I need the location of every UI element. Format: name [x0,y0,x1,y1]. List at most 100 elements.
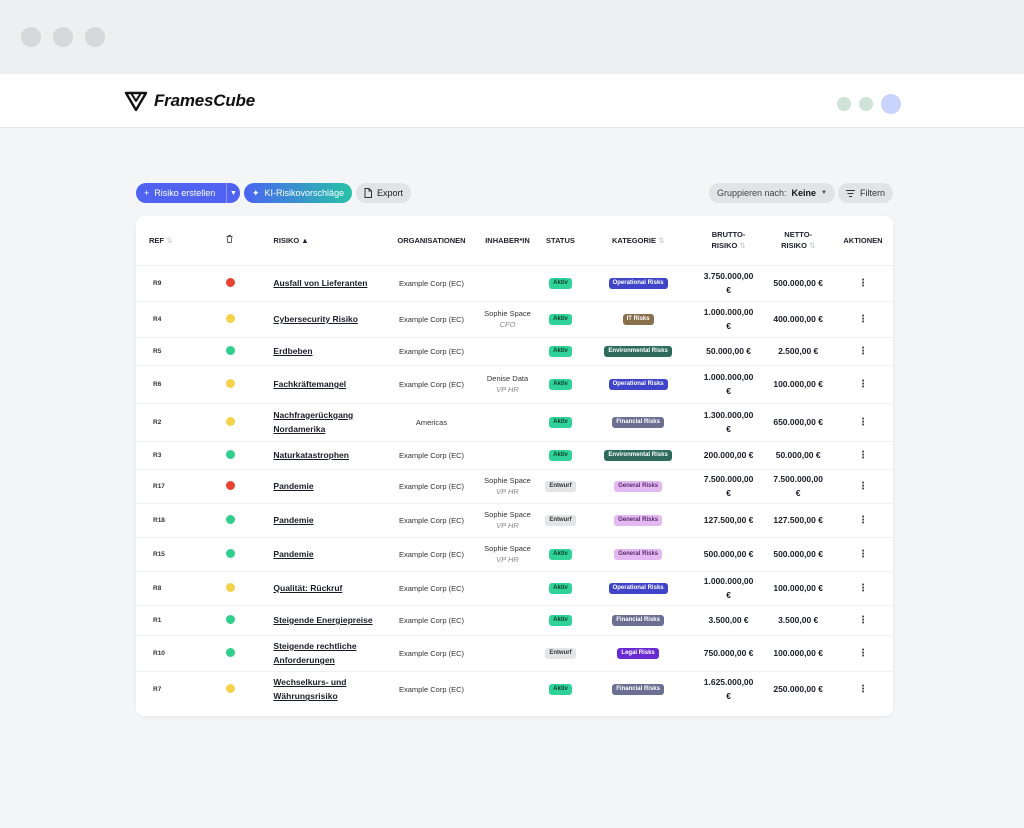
brand[interactable]: FramesCube [124,90,255,112]
risk-name-link[interactable]: Fachkräftemangel [273,377,386,391]
category-badge[interactable]: Operational Risks [608,582,668,595]
more-vertical-icon[interactable]: ⋮ [858,583,868,594]
window-maximize-dot[interactable] [85,27,105,47]
risk-name-cell[interactable]: Nachfragerückgang Nordamerika [248,403,387,442]
category-badge[interactable]: General Risks [614,480,663,493]
category-badge[interactable]: Environmental Risks [604,449,672,462]
chevron-down-icon[interactable]: ▼ [226,183,240,203]
more-vertical-icon[interactable]: ⋮ [858,481,868,492]
actions-cell: ⋮ [832,365,893,404]
sort-icon[interactable]: ⇅ [739,241,745,250]
column-header-net-risk[interactable]: NETTO- RISIKO ⇅ [763,216,833,266]
more-vertical-icon[interactable]: ⋮ [858,314,868,325]
category-badge[interactable]: IT Risks [622,313,654,326]
risk-name-cell[interactable]: Qualität: Rückruf [248,571,387,606]
export-label: Export [377,188,404,198]
column-header-ref[interactable]: REF ⇅ [136,216,201,266]
sort-icon[interactable]: ⇅ [658,236,664,245]
column-header-organisations[interactable]: ORGANISATIONEN [386,216,477,266]
table-row[interactable]: R6 Fachkräftemangel Example Corp (EC) Denis… [136,365,893,404]
risk-name-link[interactable]: Erdbeben [273,344,386,358]
column-header-status[interactable]: STATUS [538,216,583,266]
risk-name-link[interactable]: Cybersecurity Risiko [273,312,386,326]
table-row[interactable]: R9 Ausfall von Lieferanten Example Corp (E… [136,265,893,302]
risk-name-link[interactable]: Qualität: Rückruf [273,581,386,595]
more-vertical-icon[interactable]: ⋮ [858,379,868,390]
table-row[interactable]: R4 Cybersecurity Risiko Example Corp (EC) S… [136,301,893,338]
more-vertical-icon[interactable]: ⋮ [858,278,868,289]
risk-name-link[interactable]: Anforderungen [273,653,386,667]
net-risk-cell: 100.000,00 € [763,635,833,672]
column-header-risk[interactable]: RISIKO ▲ [248,216,387,266]
more-vertical-icon[interactable]: ⋮ [858,346,868,357]
risk-name-link[interactable]: Ausfall von Lieferanten [273,276,386,290]
table-row[interactable]: R2 Nachfragerückgang Nordamerika Americas Ak… [136,403,893,442]
status-badge: Aktiv [549,313,572,326]
export-button[interactable]: Export [356,183,412,203]
risk-name-link[interactable]: Pandemie [273,479,386,493]
window-close-dot[interactable] [21,27,41,47]
table-row[interactable]: R3 Naturkatastrophen Example Corp (EC) Akti… [136,441,893,470]
risk-name-cell[interactable]: Wechselkurs- und Währungsrisiko [248,671,386,707]
more-vertical-icon[interactable]: ⋮ [858,417,868,428]
column-header-gross-risk[interactable]: BRUTTO- RISIKO ⇅ [693,216,764,266]
risk-name-link[interactable]: Nordamerika [273,422,386,436]
table-row[interactable]: R15 Pandemie Example Corp (EC) Sophie Space… [136,537,893,572]
table-row[interactable]: R18 Pandemie Example Corp (EC) Sophie Space… [136,503,893,538]
risk-name-link[interactable]: Naturkatastrophen [273,448,386,462]
filter-button[interactable]: Filtern [837,183,893,203]
risk-name-cell[interactable]: Naturkatastrophen [248,441,387,470]
category-badge[interactable]: Environmental Risks [604,345,672,358]
column-header-trash[interactable] [200,216,249,266]
actions-cell: ⋮ [832,301,893,338]
more-vertical-icon[interactable]: ⋮ [858,515,868,526]
risk-name-link[interactable]: Steigende rechtliche [273,639,386,653]
risk-name-cell[interactable]: Pandemie [248,503,387,538]
risk-name-link[interactable]: Pandemie [273,513,386,527]
more-vertical-icon[interactable]: ⋮ [858,549,868,560]
create-risk-button[interactable]: + Risiko erstellen ▼ [136,183,240,203]
risk-name-link[interactable]: Wechselkurs- und [273,675,386,689]
category-badge[interactable]: Financial Risks [612,614,664,627]
category-badge[interactable]: Operational Risks [608,378,668,391]
risk-name-cell[interactable]: Steigende Energiepreise [248,605,387,636]
more-vertical-icon[interactable]: ⋮ [858,684,868,695]
risk-name-cell[interactable]: Erdbeben [248,337,387,366]
more-vertical-icon[interactable]: ⋮ [858,648,868,659]
category-badge[interactable]: General Risks [614,514,663,527]
ai-suggestions-button[interactable]: ✦ KI-Risikovorschläge [244,183,353,203]
risk-name-cell[interactable]: Cybersecurity Risiko [248,301,387,338]
user-avatar[interactable] [881,94,901,114]
more-vertical-icon[interactable]: ⋮ [858,615,868,626]
risk-name-cell[interactable]: Pandemie [248,537,387,572]
table-row[interactable]: R7 Wechselkurs- und Währungsrisiko Example … [136,671,893,707]
risk-name-link[interactable]: Steigende Energiepreise [273,613,386,627]
category-badge[interactable]: General Risks [614,548,663,561]
category-badge[interactable]: Legal Risks [617,647,659,660]
column-header-owner[interactable]: INHABER*IN [476,216,539,266]
sort-icon[interactable]: ⇅ [809,241,815,250]
more-vertical-icon[interactable]: ⋮ [858,450,868,461]
table-row[interactable]: R8 Qualität: Rückruf Example Corp (EC) Akti… [136,571,893,606]
table-row[interactable]: R10 Steigende rechtliche Anforderungen Exam… [136,635,893,672]
risk-name-link[interactable]: Währungsrisiko [273,689,386,703]
category-badge[interactable]: Financial Risks [612,684,664,696]
table-row[interactable]: R17 Pandemie Example Corp (EC) Sophie Space… [136,469,893,504]
risk-name-link[interactable]: Pandemie [273,547,386,561]
risk-name-cell[interactable]: Steigende rechtliche Anforderungen [248,635,387,672]
risk-name-cell[interactable]: Pandemie [248,469,387,504]
sort-asc-icon[interactable]: ▲ [301,236,308,245]
table-row[interactable]: R5 Erdbeben Example Corp (EC) Aktiv Environm… [136,337,893,366]
sort-icon[interactable]: ⇅ [166,236,172,245]
risk-name-cell[interactable]: Ausfall von Lieferanten [248,265,387,302]
risk-name-link[interactable]: Nachfragerückgang [273,408,386,422]
category-badge[interactable]: Operational Risks [608,277,668,290]
window-minimize-dot[interactable] [53,27,73,47]
group-by-select[interactable]: Gruppieren nach: Keine ▼ [708,183,835,203]
column-header-category[interactable]: KATEGORIE ⇅ [582,216,694,266]
category-badge[interactable]: Financial Risks [612,416,664,429]
table-header-row: REF ⇅ RISIKO ▲ ORGANISATIONEN INHABER*IN S… [136,216,893,266]
gross-risk-value: 500.000,00 € [703,548,754,559]
table-row[interactable]: R1 Steigende Energiepreise Example Corp (E… [136,605,893,636]
risk-name-cell[interactable]: Fachkräftemangel [248,365,387,404]
